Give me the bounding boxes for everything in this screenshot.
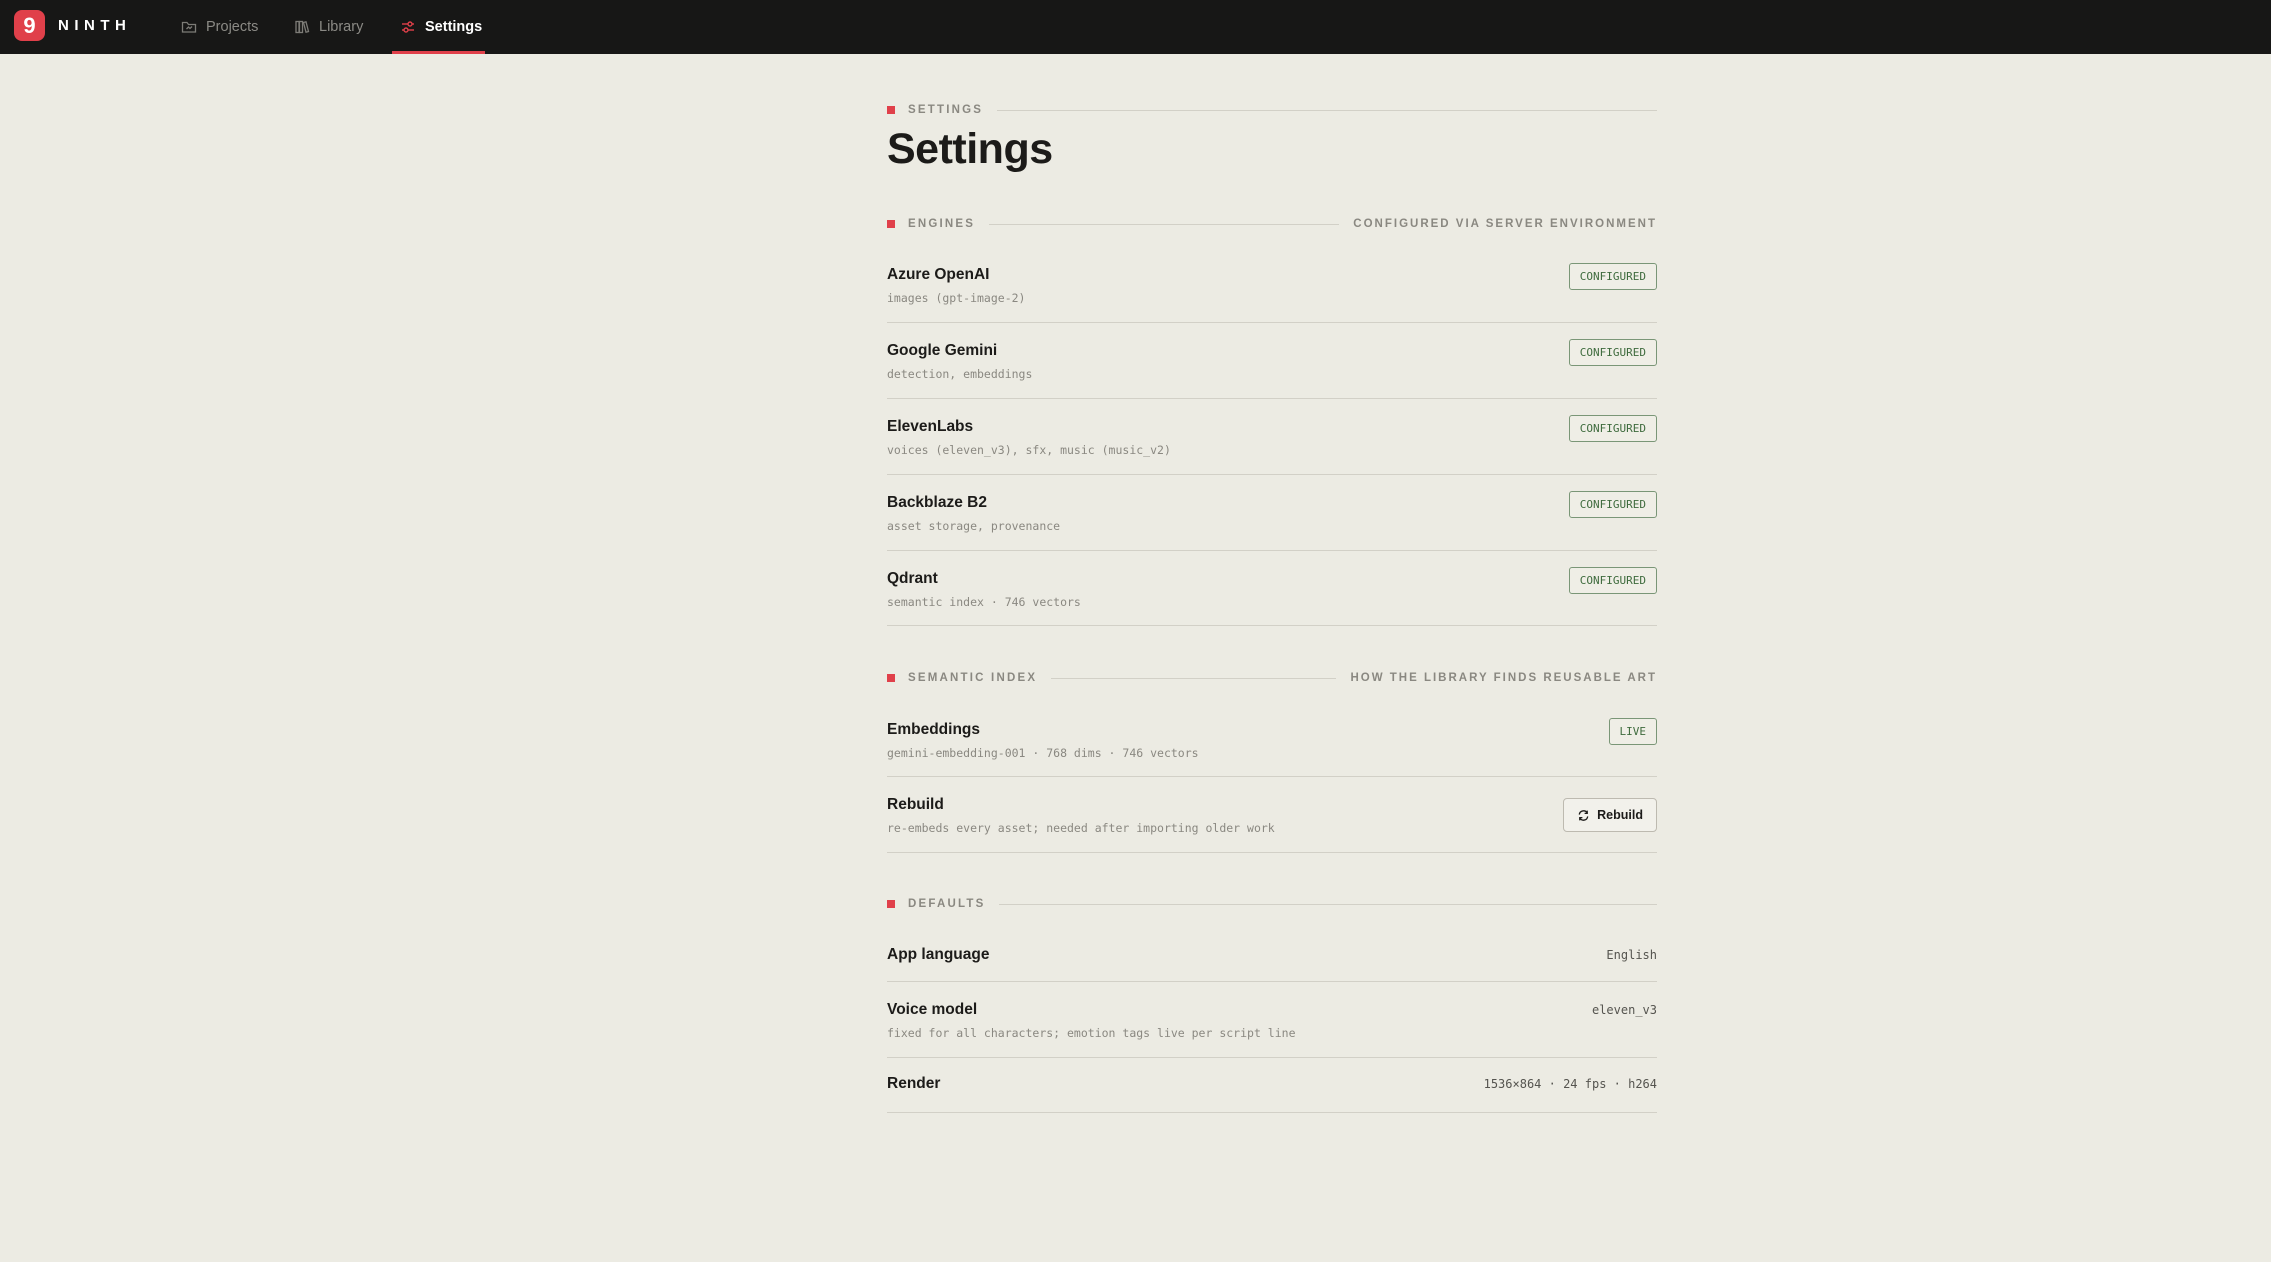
engine-title: Google Gemini bbox=[887, 342, 998, 359]
rebuild-row: Rebuild re-embeds every asset; needed af… bbox=[887, 776, 1657, 853]
embeddings-row: Embeddings gemini-embedding-001 · 768 di… bbox=[887, 700, 1657, 777]
nav-settings-label: Settings bbox=[425, 19, 483, 35]
divider bbox=[1051, 677, 1337, 679]
live-badge: LIVE bbox=[1608, 718, 1657, 745]
status-badge: CONFIGURED bbox=[1568, 491, 1657, 518]
rebuild-title: Rebuild bbox=[887, 796, 944, 813]
engine-row-elevenlabs: ElevenLabs voices (eleven_v3), sfx, musi… bbox=[887, 398, 1657, 475]
rebuild-button-label: Rebuild bbox=[1597, 808, 1643, 822]
page-eyebrow: SETTINGS bbox=[887, 103, 1657, 117]
engine-title: Azure OpenAI bbox=[887, 266, 990, 283]
divider bbox=[989, 223, 1340, 225]
app-name[interactable]: NINTH bbox=[58, 17, 131, 34]
section-engines-note: CONFIGURED VIA SERVER ENVIRONMENT bbox=[1353, 218, 1657, 230]
engine-row-qdrant: Qdrant semantic index · 746 vectors CONF… bbox=[887, 550, 1657, 626]
section-semantic-header: SEMANTIC INDEX HOW THE LIBRARY FINDS REU… bbox=[887, 671, 1657, 685]
rebuild-button[interactable]: Rebuild bbox=[1563, 798, 1657, 832]
page-title: Settings bbox=[887, 125, 1053, 173]
status-badge: CONFIGURED bbox=[1568, 339, 1657, 366]
page-eyebrow-label: SETTINGS bbox=[908, 104, 984, 116]
app-logo[interactable]: 9 bbox=[14, 10, 45, 41]
render-title: Render bbox=[887, 1075, 941, 1092]
rebuild-description: re-embeds every asset; needed after impo… bbox=[887, 821, 1275, 835]
voice-model-row: Voice model fixed for all characters; em… bbox=[887, 981, 1657, 1058]
active-tab-indicator bbox=[392, 51, 485, 54]
nav-library[interactable]: Library bbox=[294, 0, 363, 54]
nav-projects-label: Projects bbox=[206, 19, 259, 35]
engine-description: detection, embeddings bbox=[887, 367, 1033, 381]
engine-description: asset storage, provenance bbox=[887, 519, 1061, 533]
app-language-title: App language bbox=[887, 946, 990, 963]
status-badge: CONFIGURED bbox=[1568, 415, 1657, 442]
engine-description: semantic index · 746 vectors bbox=[887, 595, 1081, 609]
section-engines-header: ENGINES CONFIGURED VIA SERVER ENVIRONMEN… bbox=[887, 217, 1657, 231]
top-nav-bar: 9 NINTH Projects Library Settings bbox=[0, 0, 2271, 54]
folder-icon bbox=[181, 21, 197, 33]
render-row: Render 1536×864 · 24 fps · h264 bbox=[887, 1057, 1657, 1113]
embeddings-title: Embeddings bbox=[887, 721, 981, 738]
render-value[interactable]: 1536×864 · 24 fps · h264 bbox=[1484, 1077, 1657, 1091]
embeddings-description: gemini-embedding-001 · 768 dims · 746 ve… bbox=[887, 746, 1199, 760]
engine-row-backblaze-b2: Backblaze B2 asset storage, provenance C… bbox=[887, 474, 1657, 551]
app-language-value[interactable]: English bbox=[1606, 948, 1657, 962]
nav-settings[interactable]: Settings bbox=[400, 0, 482, 54]
app-language-row: App language English bbox=[887, 926, 1657, 982]
accent-square bbox=[887, 674, 895, 682]
divider bbox=[997, 109, 1657, 111]
accent-square bbox=[887, 106, 895, 114]
status-badge: CONFIGURED bbox=[1568, 567, 1657, 594]
sliders-icon bbox=[402, 21, 414, 33]
engine-title: Backblaze B2 bbox=[887, 494, 987, 511]
refresh-icon bbox=[1578, 809, 1589, 821]
section-semantic-note: HOW THE LIBRARY FINDS REUSABLE ART bbox=[1350, 672, 1657, 684]
accent-square bbox=[887, 220, 895, 228]
voice-model-value[interactable]: eleven_v3 bbox=[1592, 1003, 1657, 1017]
books-icon bbox=[295, 20, 310, 34]
voice-model-title: Voice model bbox=[887, 1001, 978, 1018]
section-defaults-label: DEFAULTS bbox=[908, 898, 986, 910]
engine-title: ElevenLabs bbox=[887, 418, 974, 435]
section-semantic-label: SEMANTIC INDEX bbox=[908, 672, 1038, 684]
engine-title: Qdrant bbox=[887, 570, 938, 587]
nav-projects[interactable]: Projects bbox=[181, 0, 258, 54]
voice-model-description: fixed for all characters; emotion tags l… bbox=[887, 1026, 1296, 1040]
engine-row-google-gemini: Google Gemini detection, embeddings CONF… bbox=[887, 322, 1657, 399]
section-defaults-header: DEFAULTS bbox=[887, 897, 1657, 911]
nav-library-label: Library bbox=[319, 19, 364, 35]
engine-row-azure-openai: Azure OpenAI images (gpt-image-2) CONFIG… bbox=[887, 246, 1657, 323]
engine-description: images (gpt-image-2) bbox=[887, 291, 1026, 305]
engine-description: voices (eleven_v3), sfx, music (music_v2… bbox=[887, 443, 1171, 457]
divider bbox=[999, 903, 1657, 905]
accent-square bbox=[887, 900, 895, 908]
section-engines-label: ENGINES bbox=[908, 218, 976, 230]
status-badge: CONFIGURED bbox=[1568, 263, 1657, 290]
